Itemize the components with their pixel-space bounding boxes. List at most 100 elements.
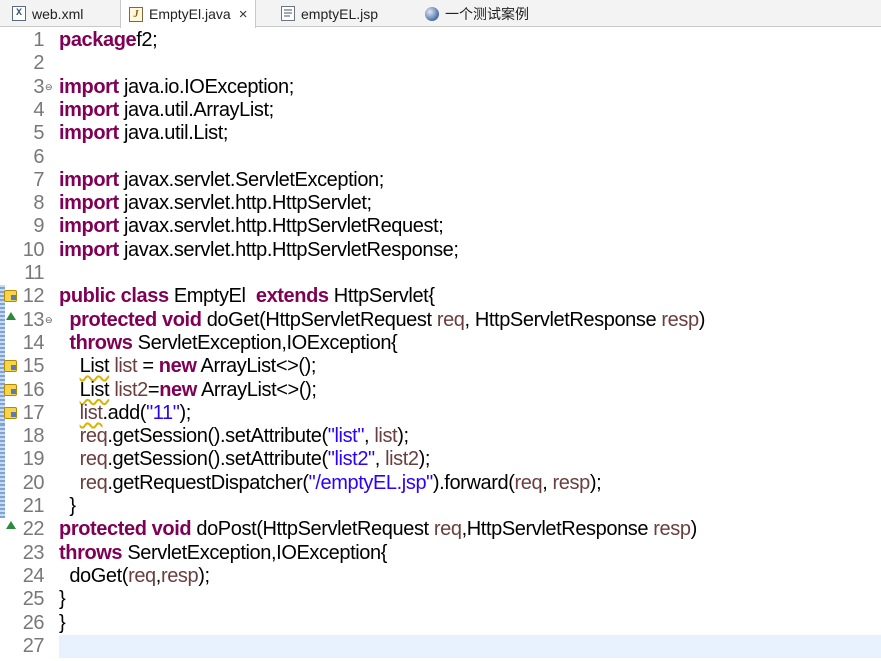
line-number: 24: [22, 564, 45, 587]
fold-toggle-icon[interactable]: ⊖: [45, 309, 53, 332]
globe-icon: [425, 6, 439, 21]
code-token: new: [159, 378, 197, 401]
code-line: public class EmptyEl extends HttpServlet…: [59, 285, 435, 308]
java-file-icon: J: [129, 6, 143, 22]
code-token: "list": [327, 425, 365, 448]
code-editor[interactable]: 1 packagef2; 2 3 ⊖ import java.io.IOException…: [0, 28, 881, 661]
line-number: 23: [22, 541, 45, 564]
code-token: doGet(: [59, 564, 129, 587]
line-number: 11: [24, 262, 44, 284]
line-number: 9: [33, 215, 44, 238]
code-token: List: [79, 378, 110, 401]
code-token: req: [433, 518, 462, 541]
code-token: list: [79, 401, 103, 424]
warning-marker-icon[interactable]: [4, 383, 17, 396]
line-number: 26: [22, 611, 45, 634]
code-token: ServletException,IOException{: [122, 541, 387, 564]
code-token: }: [59, 495, 76, 517]
code-token: import: [59, 122, 119, 145]
code-line: }: [59, 495, 76, 518]
code-token: resp: [552, 471, 591, 494]
code-token: ,HttpServletResponse: [461, 518, 654, 541]
code-line: import javax.servlet.http.HttpServletReq…: [59, 215, 444, 238]
code-token: ): [698, 308, 706, 331]
jsp-file-icon: [281, 6, 295, 21]
warning-marker-icon[interactable]: [4, 360, 17, 373]
code-token: );: [198, 564, 210, 587]
code-token: javax.servlet.http.HttpServlet;: [118, 192, 372, 215]
code-token: }: [59, 588, 66, 611]
code-token: ArrayList<>();: [196, 378, 317, 401]
code-token: list2: [385, 448, 419, 471]
close-icon[interactable]: ×: [239, 6, 248, 23]
warning-marker-icon[interactable]: [4, 406, 17, 419]
code-line: }: [59, 611, 66, 635]
line-number: 20: [22, 471, 45, 494]
code-token: req: [79, 425, 108, 448]
tab-test-case[interactable]: 一个测试案例: [425, 0, 529, 27]
fold-toggle-icon[interactable]: ⊖: [45, 76, 53, 99]
code-token: throws: [59, 541, 123, 564]
line-number: 8: [33, 192, 44, 215]
code-token: javax.servlet.http.HttpServletResponse;: [118, 238, 459, 261]
code-token: List: [79, 355, 110, 378]
code-token: f2;: [136, 29, 158, 51]
code-line: req.getSession().setAttribute("list2", l…: [59, 448, 431, 471]
code-token: package: [59, 29, 137, 51]
code-token: protected void: [69, 308, 202, 331]
change-ruler-marker: [0, 425, 5, 519]
code-token: ,: [364, 425, 375, 448]
warning-marker-icon[interactable]: [4, 290, 17, 303]
tab-emptyel-jsp[interactable]: emptyEL.jsp: [281, 0, 378, 27]
code-token: req: [128, 564, 156, 587]
line-number: 2: [33, 52, 44, 75]
code-token: ).forward(: [432, 471, 515, 494]
code-token: java.io.IOException;: [118, 75, 294, 98]
line-number: 7: [33, 168, 44, 191]
code-token: javax.servlet.http.HttpServletRequest;: [118, 215, 444, 238]
tab-label: web.xml: [32, 5, 84, 22]
code-token: extends: [255, 285, 329, 308]
line-number: 27: [22, 634, 45, 657]
code-line: list.add("11");: [59, 401, 192, 425]
change-ruler-marker: [0, 285, 5, 426]
tab-label: EmptyEl.java: [149, 6, 231, 22]
xml-file-icon: X: [12, 6, 26, 21]
line-number: 1: [33, 29, 44, 51]
code-token: java.util.List;: [118, 122, 229, 145]
code-line: doGet(req,resp);: [59, 565, 210, 588]
tab-web-xml[interactable]: X web.xml: [12, 0, 83, 27]
code-line: req.getSession().setAttribute("list", li…: [59, 425, 409, 448]
code-token: ServletException,IOException{: [132, 331, 398, 354]
code-line: throws ServletException,IOException{: [59, 542, 387, 565]
code-token: import: [59, 215, 119, 238]
code-token: .add(: [102, 401, 147, 424]
code-token: }: [59, 611, 66, 634]
override-marker-icon[interactable]: [6, 521, 16, 530]
code-token: list: [114, 355, 138, 378]
tab-emptyel-java[interactable]: J EmptyEl.java ×: [120, 0, 257, 28]
line-number: 6: [33, 145, 44, 168]
code-token: import: [59, 75, 119, 98]
code-line: import java.util.ArrayList;: [59, 99, 274, 122]
tab-label: 一个测试案例: [445, 5, 529, 22]
line-number: 3: [33, 75, 44, 98]
code-token: java.util.ArrayList;: [118, 98, 274, 121]
code-token: import: [59, 238, 119, 261]
line-number: 19: [22, 448, 45, 471]
code-token: ,: [542, 471, 553, 494]
code-line: import javax.servlet.http.HttpServlet;: [59, 192, 372, 215]
code-token: ): [690, 518, 698, 541]
code-token: =: [147, 378, 160, 401]
line-number: 14: [22, 331, 45, 354]
code-token: doPost(HttpServletRequest: [191, 518, 434, 541]
code-token: ,: [374, 448, 386, 471]
override-marker-icon[interactable]: [6, 311, 16, 320]
line-number: 18: [22, 425, 45, 448]
code-token: resp: [653, 518, 691, 541]
